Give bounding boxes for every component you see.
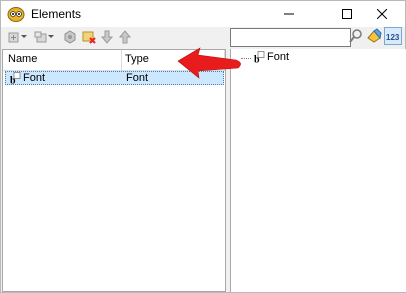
move-up-icon xyxy=(118,30,132,44)
properties-tree[interactable]: b Font xyxy=(230,49,406,292)
minimize-button[interactable] xyxy=(266,1,312,27)
find-icon xyxy=(349,29,362,43)
row-type: Font xyxy=(126,72,149,84)
tree-item-label: Font xyxy=(267,51,290,63)
title-bar: Elements xyxy=(1,1,405,27)
chevron-down-icon xyxy=(21,35,27,38)
add-icon xyxy=(8,32,19,43)
column-header-name[interactable]: Name xyxy=(8,53,37,65)
column-divider[interactable] xyxy=(224,50,225,70)
window-title: Elements xyxy=(31,7,82,21)
move-down-icon xyxy=(100,30,114,44)
svg-text:123: 123 xyxy=(386,33,400,42)
numeric-sort-button[interactable]: 123 xyxy=(384,27,402,45)
delete-button[interactable] xyxy=(81,29,97,45)
list-header: Name Type xyxy=(3,50,225,71)
add-dropdown-button[interactable] xyxy=(21,29,27,45)
close-icon xyxy=(377,9,387,19)
font-icon: b xyxy=(254,51,265,64)
add-child-icon xyxy=(34,31,47,43)
tree-item[interactable]: b Font xyxy=(231,49,406,69)
find-button[interactable] xyxy=(347,27,365,45)
toolbar xyxy=(1,27,227,47)
close-button[interactable] xyxy=(359,1,405,27)
chevron-down-icon xyxy=(48,35,54,38)
add-child-dropdown-button[interactable] xyxy=(48,29,54,45)
svg-text:b: b xyxy=(10,76,16,85)
font-icon: b xyxy=(10,72,21,85)
numeric-sort-icon: 123 xyxy=(386,33,400,42)
elements-list[interactable]: Name Type b Font Font xyxy=(2,49,226,292)
properties-button[interactable] xyxy=(62,29,78,45)
clear-icon xyxy=(367,28,382,43)
list-item[interactable]: b Font Font xyxy=(5,71,224,85)
move-up-button[interactable] xyxy=(117,29,133,45)
search-input[interactable] xyxy=(230,28,351,47)
svg-text:b: b xyxy=(254,55,260,64)
add-child-button[interactable] xyxy=(33,29,49,45)
tree-connector xyxy=(241,58,251,60)
app-icon xyxy=(7,7,25,22)
delete-icon xyxy=(82,31,96,44)
clear-button[interactable] xyxy=(365,27,383,45)
move-down-button[interactable] xyxy=(99,29,115,45)
add-button[interactable] xyxy=(6,29,22,45)
row-name: Font xyxy=(23,72,46,84)
column-divider[interactable] xyxy=(121,50,122,70)
maximize-icon xyxy=(342,9,352,19)
properties-icon xyxy=(64,30,76,44)
column-header-type[interactable]: Type xyxy=(125,53,149,65)
elements-window: Elements Name Type b Font Font 123 b Fon… xyxy=(0,0,406,293)
minimize-icon xyxy=(284,13,294,15)
